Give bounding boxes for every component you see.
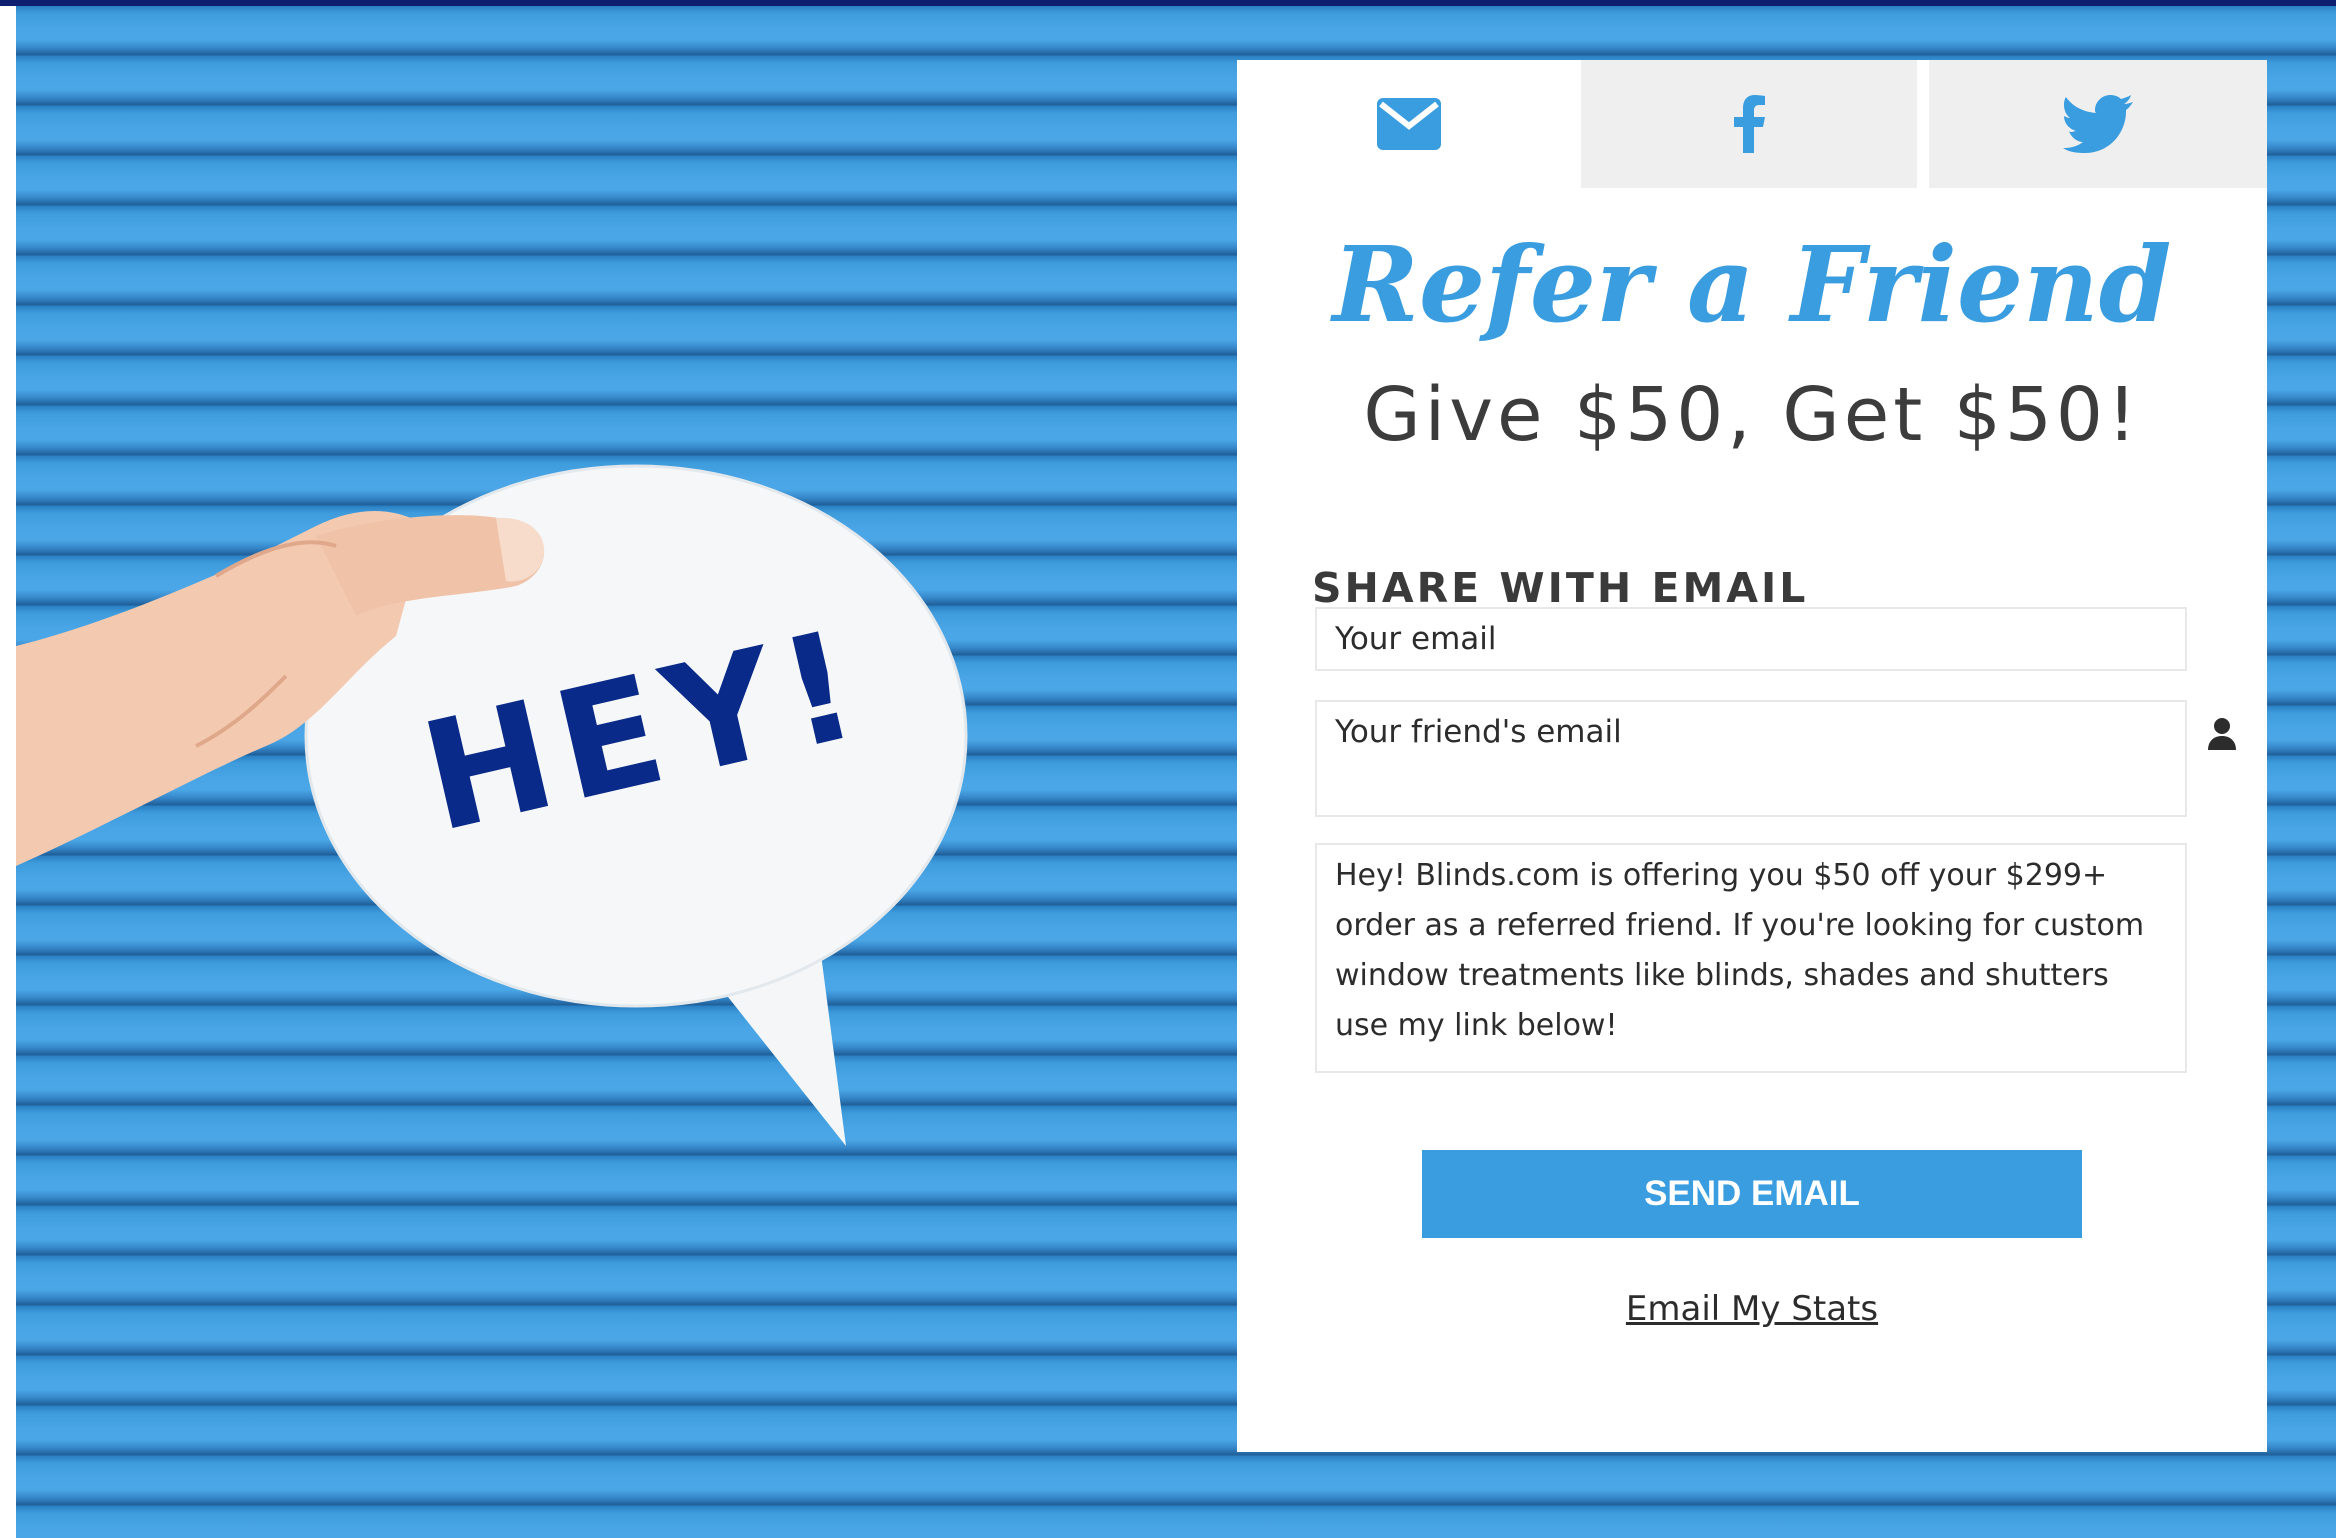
send-email-button[interactable]: SEND EMAIL — [1422, 1150, 2082, 1238]
hand-holding-speech-bubble: HEY! — [16, 446, 996, 1166]
tab-email[interactable] — [1237, 60, 1581, 188]
message-textarea[interactable]: Hey! Blinds.com is offering you $50 off … — [1315, 843, 2187, 1073]
contacts-person-icon[interactable] — [2207, 717, 2237, 751]
tab-twitter[interactable] — [1929, 60, 2267, 188]
friend-email-input[interactable] — [1315, 700, 2187, 817]
email-my-stats-container: Email My Stats — [1237, 1284, 2267, 1334]
tab-facebook[interactable] — [1581, 60, 1917, 188]
refer-a-friend-card: Refer a Friend Give $50, Get $50! SHARE … — [1237, 60, 2267, 1452]
email-my-stats-link[interactable]: Email My Stats — [1626, 1289, 1878, 1329]
envelope-icon — [1377, 98, 1441, 150]
card-subtitle: Give $50, Get $50! — [1363, 372, 2141, 458]
share-tabs — [1237, 60, 2267, 188]
speech-bubble-illustration: HEY! — [16, 464, 968, 1146]
left-edge — [0, 6, 16, 1538]
facebook-icon — [1734, 95, 1765, 153]
card-title: Refer a Friend — [1332, 223, 2172, 346]
twitter-icon — [2063, 95, 2133, 153]
your-email-input[interactable] — [1315, 607, 2187, 671]
